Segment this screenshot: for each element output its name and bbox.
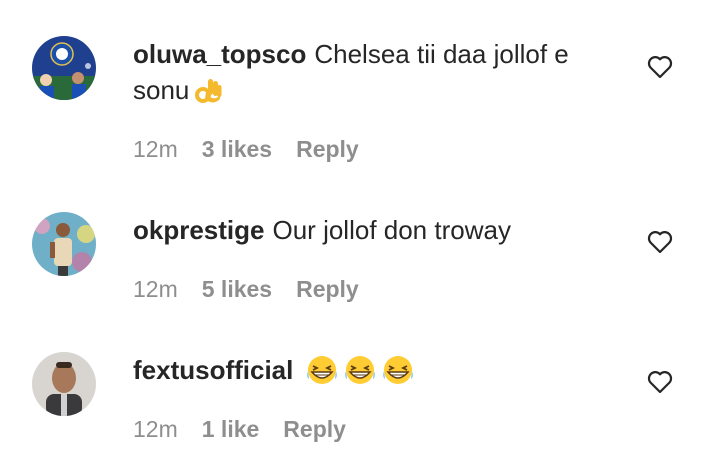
- comment-time: 12m: [133, 276, 178, 302]
- ok-hand-emoji: [193, 75, 223, 114]
- comment-time: 12m: [133, 416, 178, 442]
- comment-username[interactable]: fextusofficial: [133, 355, 293, 385]
- comment-likes[interactable]: 5 likes: [202, 276, 272, 303]
- avatar-image: [32, 352, 96, 416]
- comment-meta: 12m 1 like Reply: [133, 416, 346, 443]
- comment-time: 12m: [133, 136, 178, 162]
- comment-likes[interactable]: 3 likes: [202, 136, 272, 163]
- avatar-image: [32, 36, 96, 100]
- avatar-fextusofficial[interactable]: [32, 352, 96, 416]
- reply-button[interactable]: Reply: [296, 136, 359, 163]
- comment-text: oluwa_topsco Chelsea tii daa jollof e son…: [133, 36, 613, 114]
- comments-list: oluwa_topsco Chelsea tii daa jollof e son…: [0, 0, 720, 449]
- comment-likes[interactable]: 1 like: [202, 416, 260, 443]
- comment-text: okprestige Our jollof don troway: [133, 212, 613, 248]
- heart-icon[interactable]: [647, 370, 673, 394]
- heart-icon[interactable]: [647, 55, 673, 79]
- reply-button[interactable]: Reply: [296, 276, 359, 303]
- reply-button[interactable]: Reply: [283, 416, 346, 443]
- comment-meta: 12m 3 likes Reply: [133, 136, 359, 163]
- grinning-squinting-face-emoji: [343, 355, 377, 394]
- comment-message: Our jollof don troway: [272, 215, 511, 245]
- comment-username[interactable]: oluwa_topsco: [133, 39, 306, 69]
- heart-icon[interactable]: [647, 230, 673, 254]
- grinning-squinting-face-emoji: [381, 355, 415, 394]
- avatar-oluwa-topsco[interactable]: [32, 36, 96, 100]
- comment-username[interactable]: okprestige: [133, 215, 265, 245]
- grinning-squinting-face-emoji: [305, 355, 339, 394]
- comment-text: fextusofficial: [133, 352, 613, 394]
- avatar-image: [32, 212, 96, 276]
- comment-meta: 12m 5 likes Reply: [133, 276, 359, 303]
- avatar-okprestige[interactable]: [32, 212, 96, 276]
